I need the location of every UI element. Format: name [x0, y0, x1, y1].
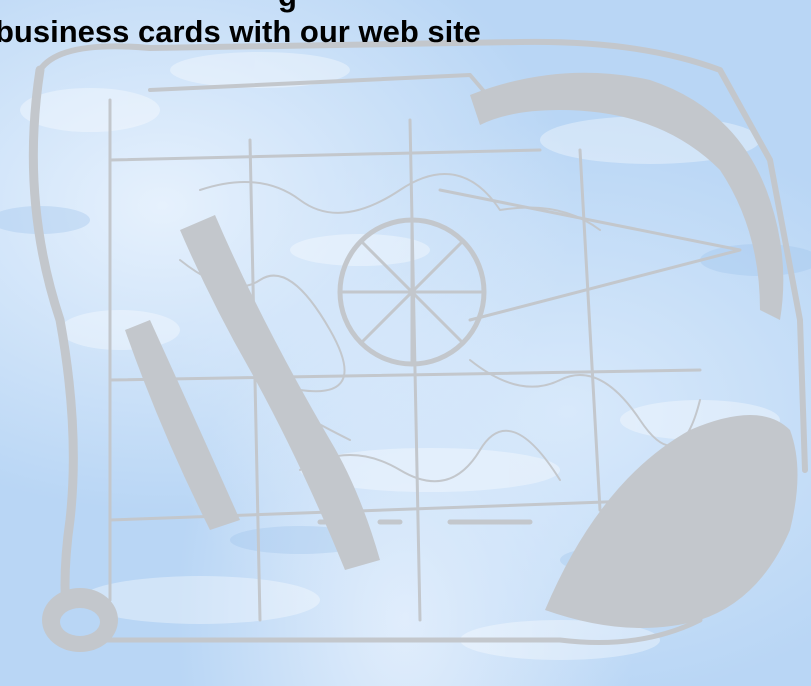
headline-line-business-cards: business cards with our web site: [0, 14, 481, 49]
headline: g business cards with our web site: [0, 0, 811, 60]
headline-line-partial: g: [278, 0, 297, 14]
scroll-map-icon: [28, 38, 808, 652]
